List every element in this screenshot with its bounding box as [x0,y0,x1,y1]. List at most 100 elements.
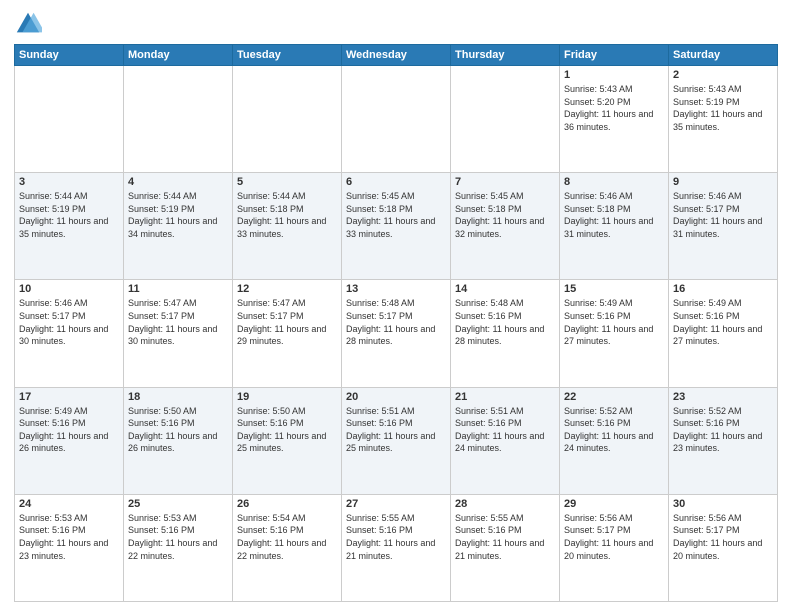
day-number: 6 [346,176,446,188]
header-cell-thursday: Thursday [451,45,560,66]
day-cell [124,66,233,173]
day-cell: 8 Sunrise: 5:46 AM Sunset: 5:18 PM Daylig… [560,173,669,280]
day-info: Sunrise: 5:48 AM Sunset: 5:16 PM Dayligh… [455,297,555,347]
day-cell: 15 Sunrise: 5:49 AM Sunset: 5:16 PM Dayli… [560,280,669,387]
day-info: Sunrise: 5:54 AM Sunset: 5:16 PM Dayligh… [237,512,337,562]
day-number: 10 [19,283,119,295]
day-info: Sunrise: 5:44 AM Sunset: 5:19 PM Dayligh… [128,190,228,240]
day-info: Sunrise: 5:44 AM Sunset: 5:19 PM Dayligh… [19,190,119,240]
day-info: Sunrise: 5:46 AM Sunset: 5:17 PM Dayligh… [673,190,773,240]
header-cell-monday: Monday [124,45,233,66]
day-number: 28 [455,498,555,510]
day-cell: 20 Sunrise: 5:51 AM Sunset: 5:16 PM Dayli… [342,387,451,494]
header-cell-wednesday: Wednesday [342,45,451,66]
day-number: 23 [673,391,773,403]
day-info: Sunrise: 5:46 AM Sunset: 5:18 PM Dayligh… [564,190,664,240]
week-row-2: 3 Sunrise: 5:44 AM Sunset: 5:19 PM Daylig… [15,173,778,280]
day-cell: 23 Sunrise: 5:52 AM Sunset: 5:16 PM Dayli… [669,387,778,494]
day-cell: 18Sunrise: 5:50 AM Sunset: 5:16 PM Dayli… [124,387,233,494]
day-cell: 27 Sunrise: 5:55 AM Sunset: 5:16 PM Dayli… [342,494,451,601]
day-number: 22 [564,391,664,403]
day-number: 30 [673,498,773,510]
day-info: Sunrise: 5:56 AM Sunset: 5:17 PM Dayligh… [673,512,773,562]
day-info: Sunrise: 5:49 AM Sunset: 5:16 PM Dayligh… [19,405,119,455]
day-info: Sunrise: 5:55 AM Sunset: 5:16 PM Dayligh… [346,512,446,562]
day-number: 11 [128,283,228,295]
day-info: Sunrise: 5:43 AM Sunset: 5:19 PM Dayligh… [673,83,773,133]
day-info: Sunrise: 5:43 AM Sunset: 5:20 PM Dayligh… [564,83,664,133]
day-cell: 17 Sunrise: 5:49 AM Sunset: 5:16 PM Dayli… [15,387,124,494]
day-cell: 7 Sunrise: 5:45 AM Sunset: 5:18 PM Daylig… [451,173,560,280]
header [14,10,778,38]
day-number: 29 [564,498,664,510]
week-row-4: 17 Sunrise: 5:49 AM Sunset: 5:16 PM Dayli… [15,387,778,494]
day-cell: 16Sunrise: 5:49 AM Sunset: 5:16 PM Dayli… [669,280,778,387]
day-cell: 13 Sunrise: 5:48 AM Sunset: 5:17 PM Dayli… [342,280,451,387]
day-cell: 25Sunrise: 5:53 AM Sunset: 5:16 PM Dayli… [124,494,233,601]
day-cell: 21 Sunrise: 5:51 AM Sunset: 5:16 PM Dayli… [451,387,560,494]
day-cell: 1 Sunrise: 5:43 AM Sunset: 5:20 PM Daylig… [560,66,669,173]
day-number: 2 [673,69,773,81]
day-cell: 3 Sunrise: 5:44 AM Sunset: 5:19 PM Daylig… [15,173,124,280]
day-info: Sunrise: 5:45 AM Sunset: 5:18 PM Dayligh… [346,190,446,240]
day-number: 1 [564,69,664,81]
calendar-table: SundayMondayTuesdayWednesdayThursdayFrid… [14,44,778,602]
day-number: 18 [128,391,228,403]
day-cell: 11 Sunrise: 5:47 AM Sunset: 5:17 PM Dayli… [124,280,233,387]
header-cell-tuesday: Tuesday [233,45,342,66]
day-number: 26 [237,498,337,510]
day-info: Sunrise: 5:52 AM Sunset: 5:16 PM Dayligh… [673,405,773,455]
day-cell: 19 Sunrise: 5:50 AM Sunset: 5:16 PM Dayli… [233,387,342,494]
day-cell: 26 Sunrise: 5:54 AM Sunset: 5:16 PM Dayli… [233,494,342,601]
day-cell: 14 Sunrise: 5:48 AM Sunset: 5:16 PM Dayli… [451,280,560,387]
week-row-5: 24 Sunrise: 5:53 AM Sunset: 5:16 PM Dayli… [15,494,778,601]
day-cell: 28 Sunrise: 5:55 AM Sunset: 5:16 PM Dayli… [451,494,560,601]
day-number: 15 [564,283,664,295]
day-number: 19 [237,391,337,403]
day-info: Sunrise: 5:44 AM Sunset: 5:18 PM Dayligh… [237,190,337,240]
day-number: 20 [346,391,446,403]
day-cell: 5 Sunrise: 5:44 AM Sunset: 5:18 PM Daylig… [233,173,342,280]
day-cell: 9 Sunrise: 5:46 AM Sunset: 5:17 PM Daylig… [669,173,778,280]
day-cell [342,66,451,173]
logo [14,10,46,38]
day-info: Sunrise: 5:45 AM Sunset: 5:18 PM Dayligh… [455,190,555,240]
day-info: Sunrise: 5:51 AM Sunset: 5:16 PM Dayligh… [346,405,446,455]
day-number: 14 [455,283,555,295]
day-cell: 10Sunrise: 5:46 AM Sunset: 5:17 PM Dayli… [15,280,124,387]
header-row: SundayMondayTuesdayWednesdayThursdayFrid… [15,45,778,66]
day-info: Sunrise: 5:49 AM Sunset: 5:16 PM Dayligh… [564,297,664,347]
day-cell: 30 Sunrise: 5:56 AM Sunset: 5:17 PM Dayli… [669,494,778,601]
day-number: 24 [19,498,119,510]
day-cell: 2 Sunrise: 5:43 AM Sunset: 5:19 PM Daylig… [669,66,778,173]
day-cell: 6 Sunrise: 5:45 AM Sunset: 5:18 PM Daylig… [342,173,451,280]
week-row-3: 10Sunrise: 5:46 AM Sunset: 5:17 PM Dayli… [15,280,778,387]
day-number: 21 [455,391,555,403]
day-info: Sunrise: 5:48 AM Sunset: 5:17 PM Dayligh… [346,297,446,347]
day-info: Sunrise: 5:51 AM Sunset: 5:16 PM Dayligh… [455,405,555,455]
day-number: 13 [346,283,446,295]
day-cell: 24 Sunrise: 5:53 AM Sunset: 5:16 PM Dayli… [15,494,124,601]
day-number: 27 [346,498,446,510]
day-number: 7 [455,176,555,188]
day-cell: 22Sunrise: 5:52 AM Sunset: 5:16 PM Dayli… [560,387,669,494]
day-info: Sunrise: 5:47 AM Sunset: 5:17 PM Dayligh… [128,297,228,347]
day-number: 8 [564,176,664,188]
day-info: Sunrise: 5:53 AM Sunset: 5:16 PM Dayligh… [19,512,119,562]
day-info: Sunrise: 5:49 AM Sunset: 5:16 PM Dayligh… [673,297,773,347]
day-info: Sunrise: 5:50 AM Sunset: 5:16 PM Dayligh… [237,405,337,455]
page: SundayMondayTuesdayWednesdayThursdayFrid… [0,0,792,612]
day-info: Sunrise: 5:55 AM Sunset: 5:16 PM Dayligh… [455,512,555,562]
day-cell [15,66,124,173]
day-number: 25 [128,498,228,510]
day-number: 12 [237,283,337,295]
day-number: 5 [237,176,337,188]
day-cell: 12 Sunrise: 5:47 AM Sunset: 5:17 PM Dayli… [233,280,342,387]
day-number: 9 [673,176,773,188]
day-number: 17 [19,391,119,403]
day-info: Sunrise: 5:47 AM Sunset: 5:17 PM Dayligh… [237,297,337,347]
day-cell: 29Sunrise: 5:56 AM Sunset: 5:17 PM Dayli… [560,494,669,601]
day-number: 3 [19,176,119,188]
week-row-1: 1 Sunrise: 5:43 AM Sunset: 5:20 PM Daylig… [15,66,778,173]
day-cell [451,66,560,173]
